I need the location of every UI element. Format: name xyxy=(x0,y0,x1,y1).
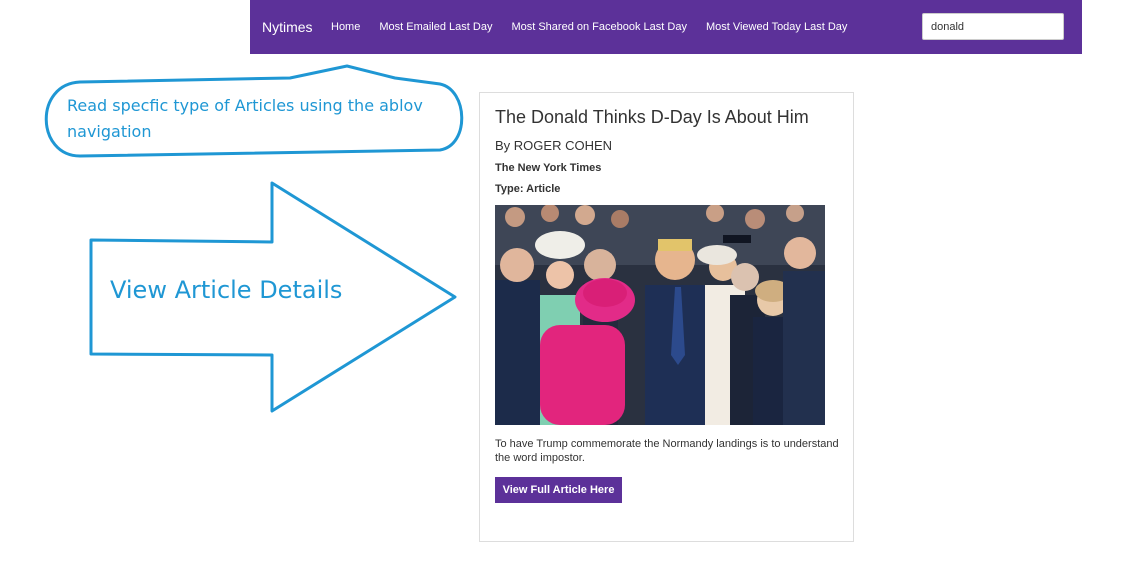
nav-link-most-viewed[interactable]: Most Viewed Today Last Day xyxy=(706,21,847,33)
top-navbar: Nytimes Home Most Emailed Last Day Most … xyxy=(250,0,1082,54)
arrow-text: View Article Details xyxy=(110,276,343,304)
brand-link[interactable]: Nytimes xyxy=(262,0,313,54)
photo-dignitaries-crowd-icon xyxy=(495,205,825,425)
article-image xyxy=(495,205,825,425)
article-byline: By ROGER COHEN xyxy=(495,138,613,153)
article-abstract: To have Trump commemorate the Normandy l… xyxy=(495,438,839,464)
callout-text: Read specfic type of Articles using the … xyxy=(67,96,423,141)
article-source: The New York Times xyxy=(495,162,602,174)
article-title: The Donald Thinks D-Day Is About Him xyxy=(495,107,809,127)
search-input[interactable] xyxy=(922,13,1064,40)
view-full-article-button[interactable]: View Full Article Here xyxy=(495,477,622,503)
article-card: The Donald Thinks D-Day Is About Him By … xyxy=(479,92,854,542)
nav-link-home[interactable]: Home xyxy=(331,21,360,33)
nav-links: Home Most Emailed Last Day Most Shared o… xyxy=(331,0,866,54)
nav-link-most-emailed[interactable]: Most Emailed Last Day xyxy=(379,21,492,33)
nav-link-most-shared-facebook[interactable]: Most Shared on Facebook Last Day xyxy=(511,21,686,33)
article-type: Type: Article xyxy=(495,183,561,195)
